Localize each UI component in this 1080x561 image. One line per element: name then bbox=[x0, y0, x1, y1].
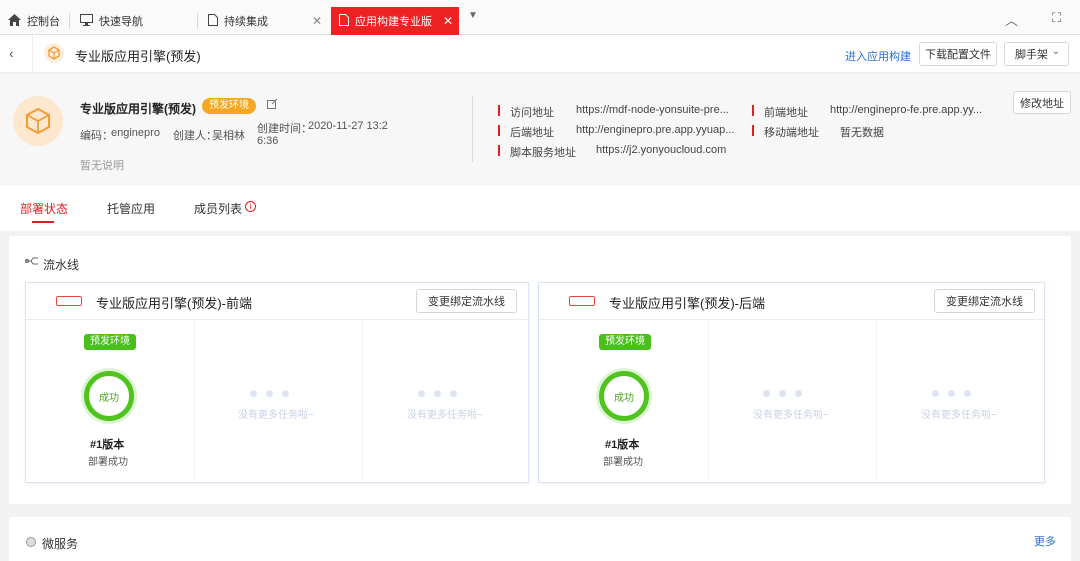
address-frontend: 前端地址 http://enginepro-fe.pre.app.yy... bbox=[752, 104, 1002, 119]
scaffold-label: 脚手架 bbox=[1015, 49, 1048, 61]
address-script-service: 脚本服务地址 https://j2.yonyoucloud.com bbox=[498, 144, 748, 159]
sub-tab-bar: 部署状态 托管应用 成员列表 i bbox=[0, 185, 1080, 231]
chevron-down-icon: ⌄ bbox=[1051, 46, 1060, 57]
info-icon[interactable]: i bbox=[245, 201, 256, 212]
creator-label: 创建人： bbox=[173, 130, 217, 142]
code-label: 编码： bbox=[80, 130, 113, 142]
tab-ci[interactable]: 持续集成 ✕ bbox=[200, 7, 328, 35]
app-logo-icon bbox=[13, 96, 63, 146]
loading-dots bbox=[763, 390, 807, 398]
more-link[interactable]: 更多 bbox=[1034, 533, 1056, 549]
download-config-button[interactable]: 下载配置文件 bbox=[919, 42, 997, 66]
pipeline-card-backend: 专业版应用引擎(预发)-后端 变更绑定流水线 预发环境 成功 #1版本 部署成功… bbox=[538, 282, 1045, 483]
chevron-up-icon[interactable]: ︿ bbox=[1005, 10, 1018, 29]
loading-dots bbox=[932, 390, 976, 398]
microservice-icon bbox=[26, 537, 36, 547]
tab-deploy-status[interactable]: 部署状态 bbox=[20, 200, 68, 217]
app-description: 暂无说明 bbox=[80, 160, 124, 172]
scaffold-dropdown[interactable]: 脚手架 ⌄ bbox=[1004, 42, 1069, 66]
active-tab-indicator bbox=[32, 221, 54, 223]
change-pipeline-button[interactable]: 变更绑定流水线 bbox=[934, 289, 1035, 313]
browser-tab-bar: 控制台 快速导航 持续集成 ✕ 应用构建专业版 ✕ ▼ ︿ ⛶ bbox=[0, 0, 1080, 35]
card-title: 专业版应用引擎(预发)-后端 bbox=[609, 296, 765, 311]
tab-label: 控制台 bbox=[27, 16, 60, 28]
server-icon bbox=[569, 296, 595, 306]
loading-dots bbox=[250, 390, 294, 398]
card-title: 专业版应用引擎(预发)-前端 bbox=[96, 296, 252, 311]
created-value-cont: 6:36 bbox=[257, 135, 279, 147]
pipeline-title: 流水线 bbox=[43, 258, 80, 272]
back-arrow-icon[interactable]: ‹ bbox=[9, 45, 14, 61]
address-backend: 后端地址 http://enginepro.pre.app.yyuap... bbox=[498, 124, 748, 139]
document-icon bbox=[339, 13, 349, 29]
tab-app-build-pro[interactable]: 应用构建专业版 ✕ bbox=[331, 7, 459, 35]
enter-build-link[interactable]: 进入应用构建 bbox=[845, 48, 911, 64]
tab-quick-nav[interactable]: 快速导航 bbox=[72, 7, 198, 35]
page-title: 专业版应用引擎(预发) bbox=[75, 49, 201, 64]
status-text: 成功 bbox=[614, 392, 634, 404]
status-ring[interactable]: 成功 bbox=[84, 371, 134, 421]
monitor-icon bbox=[80, 13, 93, 29]
env-badge: 预发环境 bbox=[599, 334, 651, 350]
deploy-status: 部署成功 bbox=[88, 457, 128, 468]
tab-overflow-icon[interactable]: ▼ bbox=[468, 10, 478, 21]
creator-value: 吴相林 bbox=[212, 130, 245, 142]
deploy-status: 部署成功 bbox=[603, 457, 643, 468]
empty-tasks-text: 没有更多任务啦~ bbox=[238, 410, 314, 421]
close-icon[interactable]: ✕ bbox=[312, 14, 322, 28]
empty-tasks-text: 没有更多任务啦~ bbox=[407, 410, 483, 421]
modify-address-button[interactable]: 修改地址 bbox=[1013, 91, 1071, 114]
created-label: 创建时间： bbox=[257, 123, 312, 135]
created-value: 2020-11-27 13:2 bbox=[308, 120, 388, 132]
tab-member-list[interactable]: 成员列表 bbox=[194, 200, 242, 217]
empty-tasks-text: 没有更多任务啦~ bbox=[753, 410, 829, 421]
address-mobile: 移动端地址 暂无数据 bbox=[752, 124, 1002, 139]
app-logo-icon bbox=[44, 43, 64, 63]
loading-dots bbox=[418, 390, 462, 398]
home-icon bbox=[8, 13, 21, 29]
env-badge: 预发环境 bbox=[84, 334, 136, 350]
env-badge: 预发环境 bbox=[202, 98, 256, 114]
page-header: ‹ 专业版应用引擎(预发) 进入应用构建 下载配置文件 脚手架 ⌄ bbox=[0, 35, 1080, 73]
status-text: 成功 bbox=[99, 392, 119, 404]
tab-label: 快速导航 bbox=[99, 16, 143, 28]
tab-hosted-apps[interactable]: 托管应用 bbox=[107, 200, 155, 217]
address-access: 访问地址 https://mdf-node-yonsuite-pre... bbox=[498, 104, 748, 119]
code-value: enginepro bbox=[111, 127, 160, 139]
server-icon bbox=[56, 296, 82, 306]
pipeline-card-frontend: 专业版应用引擎(预发)-前端 变更绑定流水线 预发环境 成功 #1版本 部署成功… bbox=[25, 282, 529, 483]
tab-console[interactable]: 控制台 bbox=[0, 7, 70, 35]
empty-tasks-text: 没有更多任务啦~ bbox=[921, 410, 997, 421]
microservice-title: 微服务 bbox=[42, 537, 79, 551]
document-icon bbox=[208, 13, 218, 29]
edit-icon[interactable] bbox=[267, 98, 278, 112]
microservice-section bbox=[9, 517, 1071, 561]
pipeline-icon bbox=[25, 255, 39, 270]
close-icon[interactable]: ✕ bbox=[443, 14, 453, 28]
app-info-panel: 专业版应用引擎(预发) 预发环境 编码： enginepro 创建人： 吴相林 … bbox=[0, 74, 1080, 184]
version-label: #1版本 bbox=[605, 439, 640, 451]
tab-label: 持续集成 bbox=[224, 16, 268, 28]
tab-label: 应用构建专业版 bbox=[355, 16, 432, 28]
change-pipeline-button[interactable]: 变更绑定流水线 bbox=[416, 289, 517, 313]
version-label: #1版本 bbox=[90, 439, 125, 451]
status-ring[interactable]: 成功 bbox=[599, 371, 649, 421]
app-name: 专业版应用引擎(预发) bbox=[80, 102, 196, 116]
fullscreen-icon[interactable]: ⛶ bbox=[1052, 10, 1061, 26]
